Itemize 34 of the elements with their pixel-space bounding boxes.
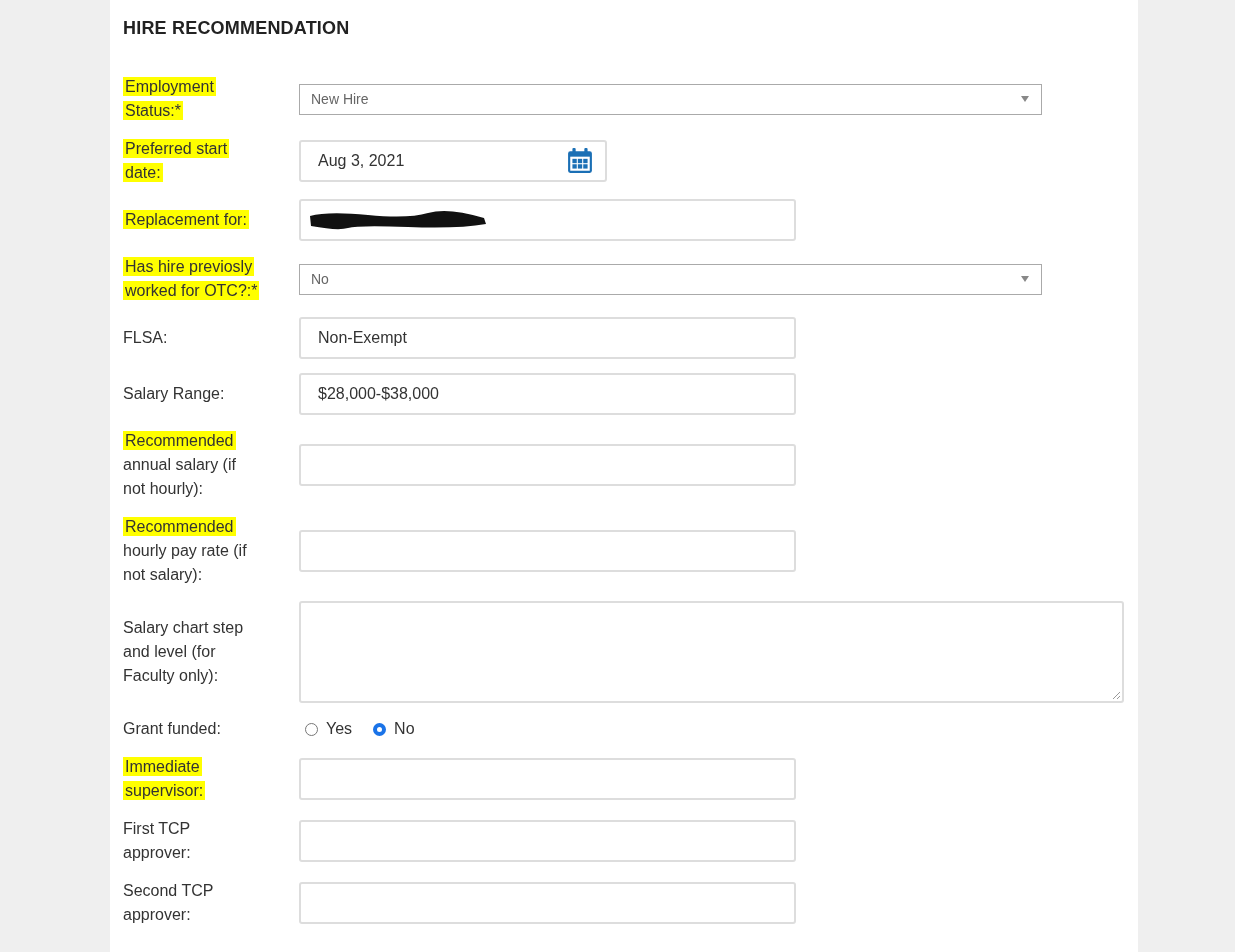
input-field[interactable] <box>299 758 796 800</box>
input-field[interactable] <box>299 820 796 862</box>
section-title: HIRE RECOMMENDATION <box>123 18 351 39</box>
calendar-icon[interactable] <box>567 148 593 174</box>
text-area[interactable] <box>299 601 1124 703</box>
radio-button[interactable] <box>373 722 387 736</box>
date-field[interactable]: Aug 3, 2021 <box>299 140 607 182</box>
input-field[interactable]: $28,000-$38,000 <box>299 373 796 415</box>
field-label: Preferred start date: <box>123 138 231 184</box>
field-label: Has hire previosly worked for OTC?:* <box>123 256 261 302</box>
input-field[interactable] <box>299 530 796 572</box>
dropdown[interactable]: New Hire <box>299 83 1042 115</box>
field-label: Recommended annual salary (if not hourly): <box>123 430 237 499</box>
field-label: Second TCP approver: <box>123 881 215 925</box>
input-field[interactable] <box>299 199 796 241</box>
field-label: Grant funded: <box>123 719 222 739</box>
field-label: Employment Status:* <box>123 76 217 122</box>
field-label: First TCP approver: <box>123 819 192 863</box>
radio-label[interactable]: Yes <box>326 720 353 738</box>
field-label: Immediate supervisor: <box>123 756 207 802</box>
caret-icon <box>1021 276 1029 282</box>
radio-button[interactable] <box>305 722 318 736</box>
caret-icon <box>1021 96 1029 102</box>
resize-handle-icon[interactable] <box>1111 690 1121 700</box>
dropdown[interactable]: No <box>299 263 1042 295</box>
field-label: Salary Range: <box>123 384 226 404</box>
input-field[interactable] <box>299 882 796 924</box>
radio-label[interactable]: No <box>394 720 415 738</box>
input-field[interactable] <box>299 444 796 486</box>
field-label: FLSA: <box>123 328 169 348</box>
input-field[interactable]: Non-Exempt <box>299 317 796 359</box>
field-label: Salary chart step and level (for Faculty only): <box>123 618 245 686</box>
field-label: Replacement for: <box>123 209 250 231</box>
field-label: Recommended hourly pay rate (if not salary): <box>123 516 248 585</box>
